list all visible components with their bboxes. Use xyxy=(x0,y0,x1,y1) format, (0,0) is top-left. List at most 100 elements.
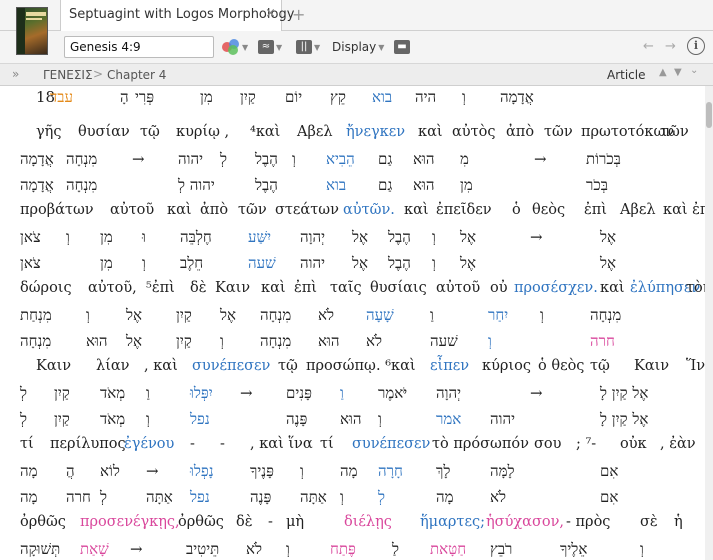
hebrew-word[interactable]: אֶל קַיִן לָ xyxy=(600,384,648,403)
greek-word[interactable]: Ἵνα xyxy=(686,358,705,374)
hebrew-word[interactable]: מִן xyxy=(200,88,213,107)
greek-word[interactable]: τὸ πρόσωπόν xyxy=(432,436,529,452)
hebrew-word[interactable]: לֹא xyxy=(246,540,262,559)
hebrew-word[interactable]: נָפְלוּ xyxy=(190,462,214,481)
hebrew-word[interactable]: יִפְּלוּ xyxy=(190,384,213,403)
greek-word[interactable]: γῆς xyxy=(36,124,61,140)
article-down-icon[interactable]: ▼ xyxy=(674,67,682,78)
hebrew-word[interactable]: וְ xyxy=(146,410,150,429)
hebrew-word[interactable]: היה xyxy=(415,88,436,107)
hebrew-word[interactable]: וַ xyxy=(430,306,434,325)
hebrew-word[interactable]: לֹא xyxy=(490,488,506,507)
hebrew-word[interactable]: לוֹא xyxy=(100,462,120,481)
greek-word[interactable]: τῷ xyxy=(590,358,610,374)
hebrew-word[interactable]: נפל xyxy=(190,410,210,429)
hebrew-word[interactable]: פְּרִי xyxy=(135,88,154,107)
hebrew-word[interactable]: לָמָּה xyxy=(490,462,515,481)
hebrew-word[interactable]: תְּשׁוּקָה xyxy=(20,540,60,559)
hebrew-word[interactable]: וְ xyxy=(142,254,146,273)
hebrew-word[interactable]: הֶבֶל xyxy=(388,228,411,247)
hebrew-word[interactable]: חַטָּאת xyxy=(430,540,466,559)
hebrew-word[interactable]: מִן xyxy=(460,176,473,195)
greek-word[interactable]: τί xyxy=(20,436,34,452)
hebrew-word[interactable]: שָׁעָה xyxy=(366,306,394,325)
greek-word[interactable]: δώροις xyxy=(20,280,72,296)
greek-word[interactable]: αὐτοῦ, xyxy=(88,280,137,296)
hebrew-word[interactable]: אֶל קַיִן לָ xyxy=(600,410,648,429)
greek-word[interactable]: δὲ xyxy=(236,514,253,530)
greek-word[interactable]: συνέπεσεν xyxy=(192,358,270,374)
hebrew-word[interactable]: אֶל xyxy=(460,228,476,247)
greek-word[interactable]: περίλυπος xyxy=(50,436,126,452)
tab-resource[interactable]: Septuagint with Logos Morphology × xyxy=(60,0,294,31)
greek-word[interactable]: . ⁶καὶ xyxy=(376,358,416,374)
hebrew-word[interactable]: מִנְחָה xyxy=(260,306,291,325)
greek-word[interactable]: Καιν xyxy=(634,358,669,374)
greek-word[interactable]: αὐτοῦ xyxy=(110,202,154,218)
greek-word[interactable]: οὐκ xyxy=(620,436,647,452)
hebrew-word[interactable]: קַיִן xyxy=(176,306,192,325)
scrollbar-thumb[interactable] xyxy=(706,102,712,128)
greek-word[interactable]: θυσίαν xyxy=(78,124,130,140)
hebrew-word[interactable]: לְ xyxy=(378,488,385,507)
hebrew-word[interactable]: מְאֹד xyxy=(100,410,125,429)
hebrew-word[interactable]: פֶּתַח xyxy=(330,540,356,559)
hebrew-word[interactable]: → xyxy=(530,384,543,402)
greek-word[interactable]: ἐπεῖδεν xyxy=(436,202,492,218)
greek-word[interactable]: Καιν xyxy=(36,358,71,374)
hebrew-word[interactable]: וְ xyxy=(462,88,466,107)
hebrew-word[interactable]: תֵּיטִיב xyxy=(186,540,219,559)
greek-word[interactable]: στεάτων xyxy=(275,202,339,218)
greek-word[interactable]: τὸν xyxy=(686,280,705,296)
hebrew-word[interactable]: חֵלֶב xyxy=(180,254,203,273)
hebrew-word[interactable]: וְ xyxy=(340,488,344,507)
breadcrumb-book[interactable]: ΓΕΝΕΣΙΣ xyxy=(43,68,93,82)
greek-word[interactable]: ὁ θεὸς xyxy=(538,358,584,374)
hebrew-word[interactable]: מִנְחָה xyxy=(590,306,621,325)
greek-word[interactable]: ἀπὸ xyxy=(200,202,228,218)
hebrew-word[interactable]: לְ xyxy=(20,384,27,403)
article-up-icon[interactable]: ▲ xyxy=(659,67,667,78)
hebrew-word[interactable]: לַ xyxy=(392,540,399,559)
hebrew-word[interactable]: אֲדָמָה xyxy=(20,150,54,169)
hebrew-word[interactable]: אַתָּה xyxy=(146,488,173,507)
hebrew-word[interactable]: אִם xyxy=(600,462,618,481)
greek-word[interactable]: Αβελ xyxy=(620,202,656,218)
hebrew-word[interactable]: וְ xyxy=(66,228,70,247)
greek-word[interactable]: αὐτοῦ xyxy=(436,280,480,296)
hebrew-word[interactable]: הֶבֶל xyxy=(388,254,411,273)
back-arrow-icon[interactable]: ← xyxy=(643,39,654,54)
hebrew-word[interactable]: מָה xyxy=(340,462,358,481)
hebrew-word[interactable]: מִנְחַת xyxy=(20,306,52,325)
hebrew-word[interactable]: אִם xyxy=(600,488,618,507)
hebrew-word[interactable]: מָה xyxy=(20,462,38,481)
hebrew-word[interactable]: → xyxy=(530,228,543,246)
hebrew-word[interactable]: חָרָה xyxy=(378,462,403,481)
hebrew-word[interactable]: יֹּאמֶר xyxy=(378,384,407,403)
hebrew-word[interactable]: וְ xyxy=(378,410,382,429)
greek-word[interactable]: σου xyxy=(534,436,561,452)
hebrew-word[interactable]: הוּא xyxy=(413,150,434,169)
hebrew-word[interactable]: מָה xyxy=(436,488,454,507)
hebrew-word[interactable]: יהוה xyxy=(300,254,325,273)
expand-sidebar-icon[interactable]: » xyxy=(12,67,19,81)
hebrew-word[interactable]: וְ xyxy=(220,332,224,351)
greek-word[interactable]: αὐτὸς xyxy=(452,124,495,140)
vertical-scrollbar[interactable] xyxy=(705,86,713,560)
hebrew-word[interactable]: מִנְחָה xyxy=(66,150,97,169)
greek-word[interactable]: - πρὸς xyxy=(566,514,610,530)
hebrew-word[interactable]: שׁעה xyxy=(248,254,276,273)
hebrew-word[interactable]: פָּנִים xyxy=(286,384,312,403)
greek-word[interactable]: ταῖς xyxy=(330,280,362,296)
reference-input[interactable] xyxy=(64,36,214,58)
greek-word[interactable]: Αβελ xyxy=(297,124,333,140)
greek-word[interactable]: , ἐὰν xyxy=(660,436,696,452)
hebrew-word[interactable]: אֶל xyxy=(352,228,368,247)
hebrew-word[interactable]: וּ xyxy=(142,228,146,247)
greek-word[interactable]: ἐπὶ xyxy=(584,202,607,218)
hebrew-word[interactable]: הֲ xyxy=(66,462,75,481)
article-more-icon[interactable]: ⌄ xyxy=(690,65,698,76)
greek-word[interactable]: τῶν xyxy=(660,124,689,140)
hebrew-word[interactable]: → xyxy=(130,540,143,558)
hebrew-word[interactable]: הֶבֶל xyxy=(255,150,278,169)
